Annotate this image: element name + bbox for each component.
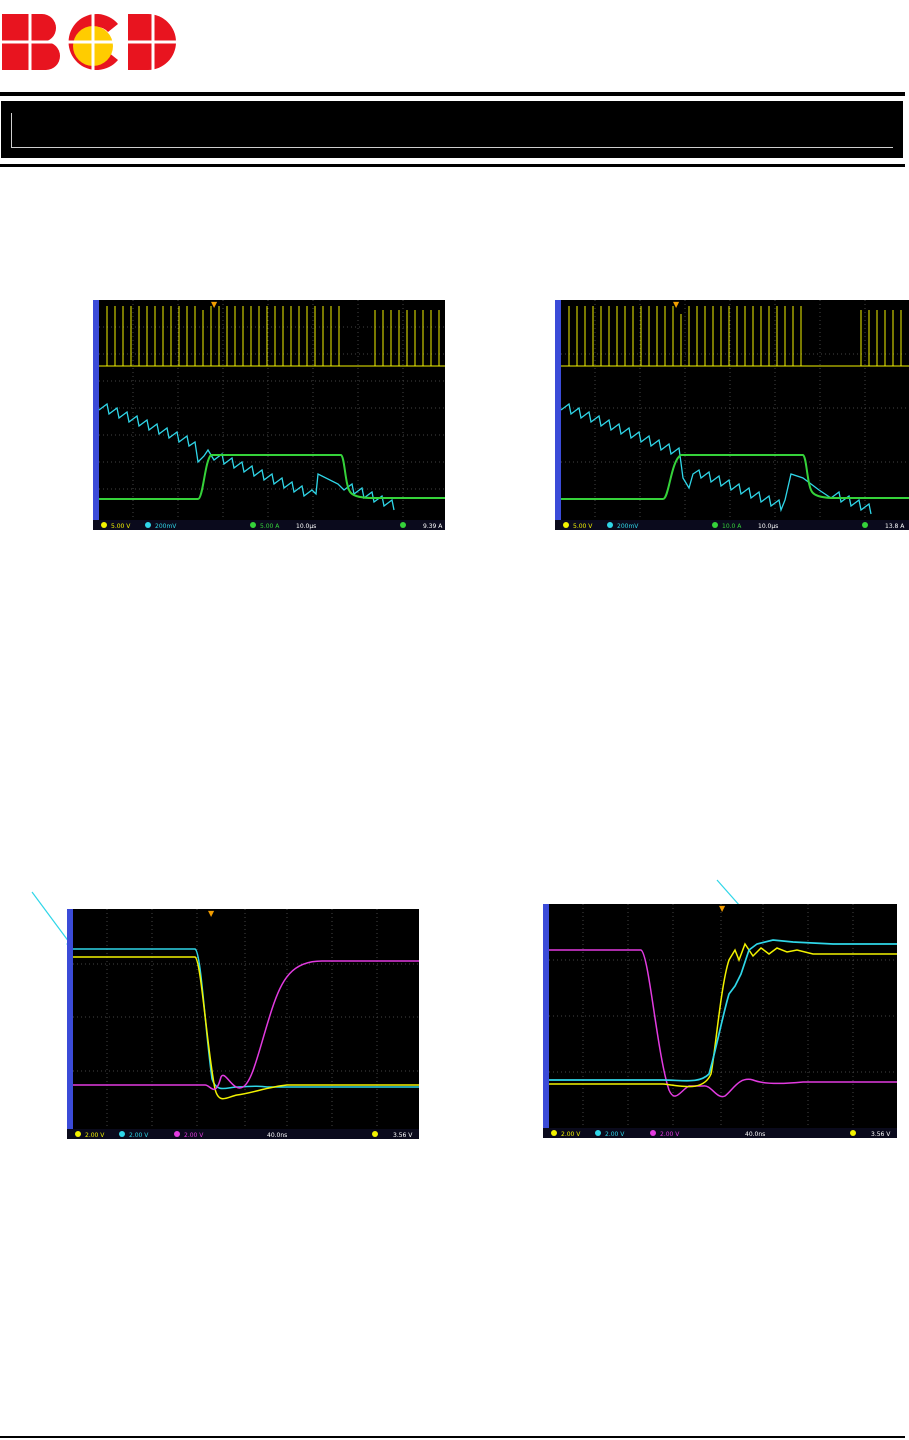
- ch1-scale-label: 2.00 V: [85, 1132, 105, 1139]
- bcd-logo: [0, 6, 180, 72]
- ch2-scale-label: 2.00 V: [605, 1131, 625, 1138]
- ch2-scale-label: 200mV: [617, 523, 639, 530]
- ch3-trace: [549, 949, 897, 1098]
- ch3-scale-label: 2.00 V: [184, 1132, 204, 1139]
- svg-text:▼: ▼: [211, 300, 218, 309]
- ch2-scale-label: 200mV: [155, 523, 177, 530]
- svg-text:▼: ▼: [719, 904, 726, 913]
- trigger-label: 13.8 A: [885, 523, 905, 530]
- trigger-label: 3.56 V: [393, 1132, 413, 1139]
- scope-top-left: ▼ 5.00 V 200mV 5.00 A 10.0µs 9.39 A: [93, 300, 445, 530]
- ch2-trace: [73, 948, 419, 1090]
- ch4-scale-label: 10.0 A: [722, 523, 742, 530]
- ch2-trace: [98, 402, 395, 511]
- timebase-label: 40.0ns: [267, 1132, 287, 1139]
- ch1-trace: [73, 956, 419, 1100]
- footer-rule: [0, 1436, 905, 1438]
- header-rule-top: [0, 92, 905, 96]
- timebase-label: 10.0µs: [296, 523, 316, 530]
- scope-bottom-left: ▼ 2.00 V 2.00 V 2.00 V 40.0ns 3.56 V: [67, 909, 419, 1139]
- ch1-scale-label: 5.00 V: [111, 523, 131, 530]
- ch1-trace: [99, 306, 445, 367]
- ch2-scale-label: 2.00 V: [129, 1132, 149, 1139]
- trigger-label: 9.39 A: [423, 523, 443, 530]
- ch1-scale-label: 5.00 V: [573, 523, 593, 530]
- scope-top-right: ▼ 5.00 V 200mV 10.0 A 10.0µs 13.8 A: [555, 300, 909, 530]
- svg-text:▼: ▼: [673, 300, 680, 309]
- ch1-trace: [561, 306, 909, 367]
- timebase-label: 40.0ns: [745, 1131, 765, 1138]
- trigger-label: 3.56 V: [871, 1131, 891, 1138]
- header-rule-bottom: [0, 164, 905, 167]
- timebase-label: 10.0µs: [758, 523, 778, 530]
- ch3-trace: [73, 960, 419, 1090]
- ch1-scale-label: 2.00 V: [561, 1131, 581, 1138]
- ch3-scale-label: 2.00 V: [660, 1131, 680, 1138]
- ch2-trace: [549, 939, 897, 1082]
- title-bar: [1, 101, 903, 158]
- svg-text:▼: ▼: [208, 909, 215, 918]
- scope-bottom-right: ▼ 2.00 V 2.00 V 2.00 V 40.0ns 3.56 V: [543, 904, 897, 1138]
- ch4-scale-label: 5.00 A: [260, 523, 280, 530]
